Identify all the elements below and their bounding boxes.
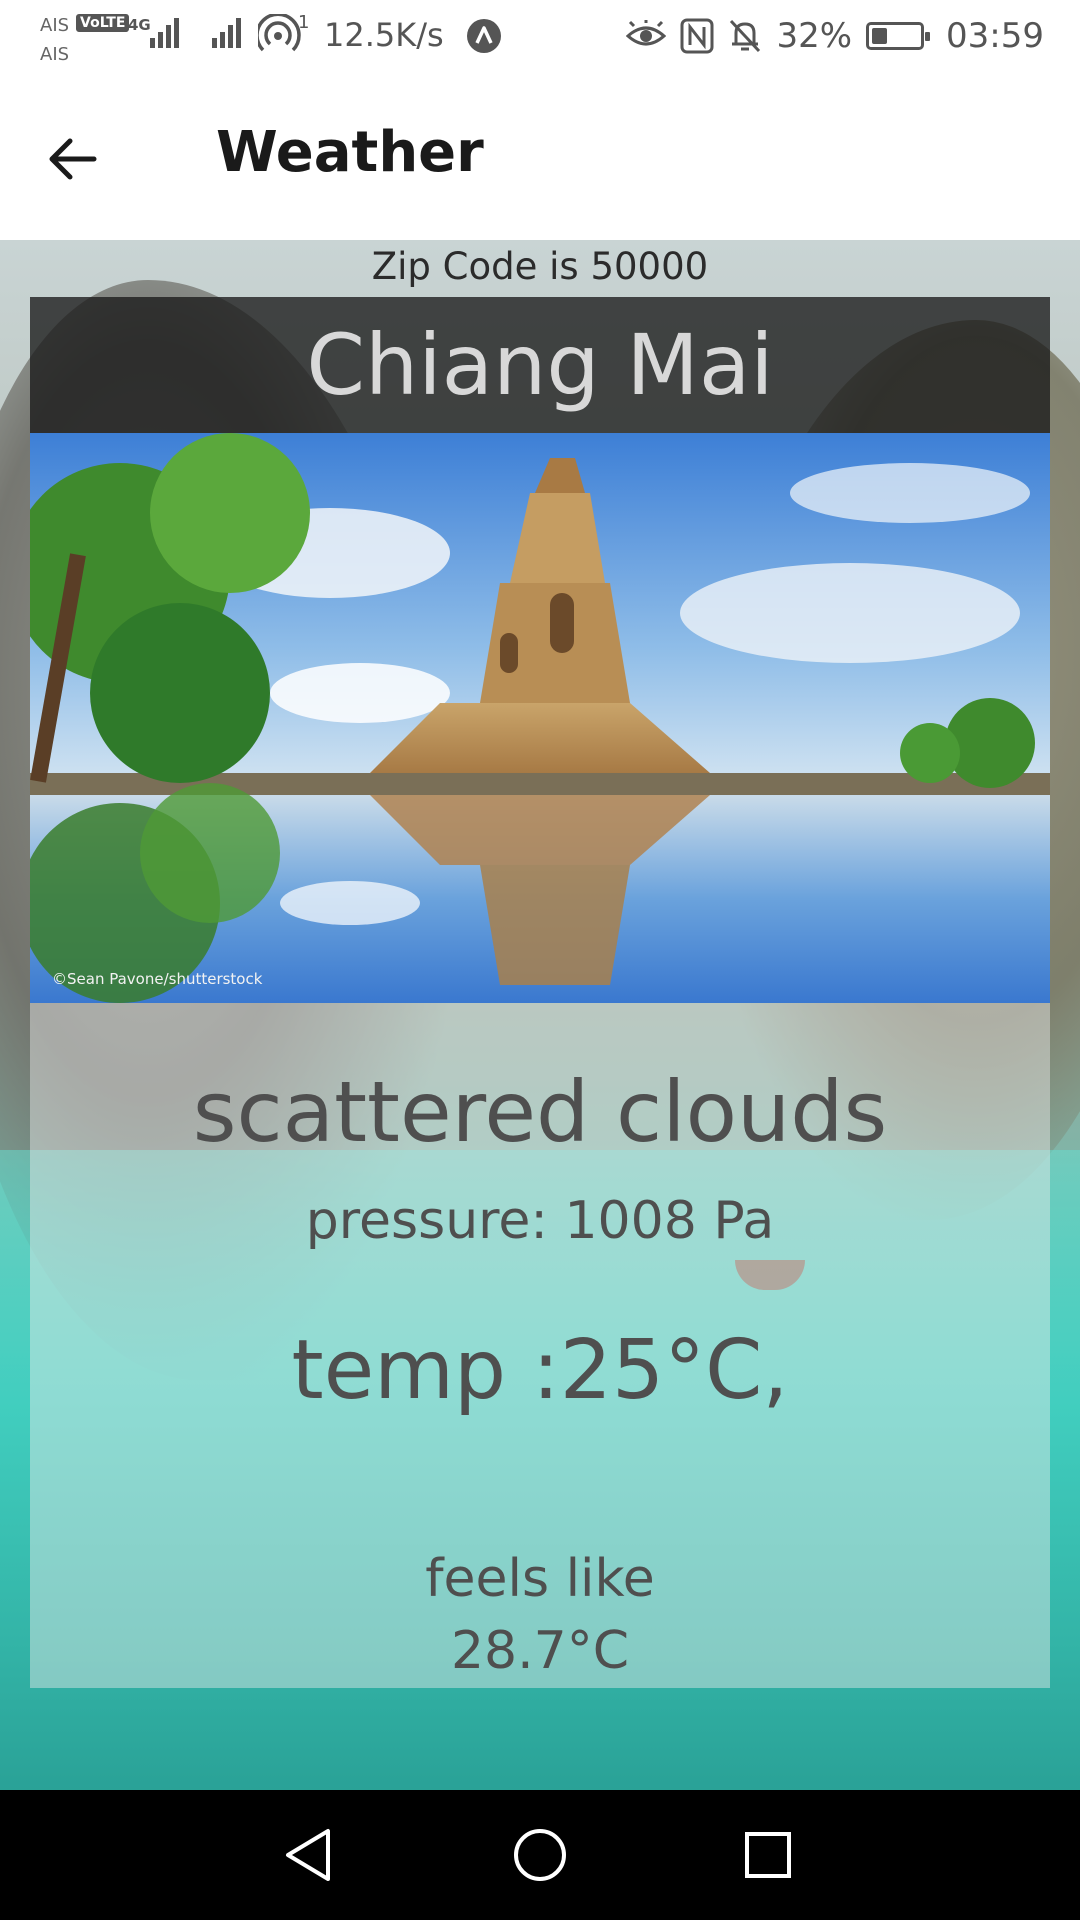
carrier-label-secondary: AIS [40,44,70,65]
feels-like-label: feels like [425,1549,655,1609]
status-bar: AIS AIS VoLTE 4G 1 12.5K/s 32% 03:59 [0,0,1080,75]
city-name: Chiang Mai [306,316,774,414]
arrow-left-icon [49,138,97,180]
pressure-value: pressure: 1008 Pa [305,1191,775,1251]
network-speed: 12.5K/s [324,16,444,54]
clock: 03:59 [946,16,1044,56]
page-title: Weather [216,120,484,185]
nav-back-button[interactable] [268,1820,348,1890]
hotspot-count: 1 [298,12,310,33]
back-button[interactable] [40,127,104,191]
system-nav-bar [0,1790,1080,1920]
battery-level-fill [872,28,888,44]
back-triangle-icon [286,1829,330,1881]
home-circle-icon [514,1829,566,1881]
eye-comfort-icon [626,20,667,46]
battery-percent: 32% [776,16,853,56]
feels-like-value: 28.7°C [450,1621,630,1681]
temperature-value: temp :25°C, [291,1323,789,1418]
city-photo [30,433,1050,1003]
battery-icon [866,22,931,50]
weather-info-panel: scattered clouds pressure: 1008 Pa temp … [30,1003,1050,1688]
volte-badge: VoLTE [76,14,130,32]
nfc-icon [680,18,714,54]
app-bar: Weather [0,75,1080,240]
recents-square-icon [745,1832,791,1878]
city-header: Chiang Mai [30,297,1050,433]
nav-recents-button[interactable] [728,1820,808,1890]
zip-code-text: Zip Code is 50000 [371,245,709,288]
photo-credit: ©Sean Pavone/shutterstock [52,970,263,988]
hotspot-icon [258,14,301,52]
status-right-group: 32% 03:59 [626,16,1044,56]
app-notification-icon [467,19,501,53]
bell-off-icon [730,19,761,53]
nav-home-button[interactable] [500,1820,580,1890]
carrier-label: AIS [40,15,70,36]
signal-icon [212,18,241,48]
feels-like: feels like 28.7°C [30,1543,1050,1687]
signal-icon [150,18,179,48]
weather-description: scattered clouds [192,1063,888,1161]
